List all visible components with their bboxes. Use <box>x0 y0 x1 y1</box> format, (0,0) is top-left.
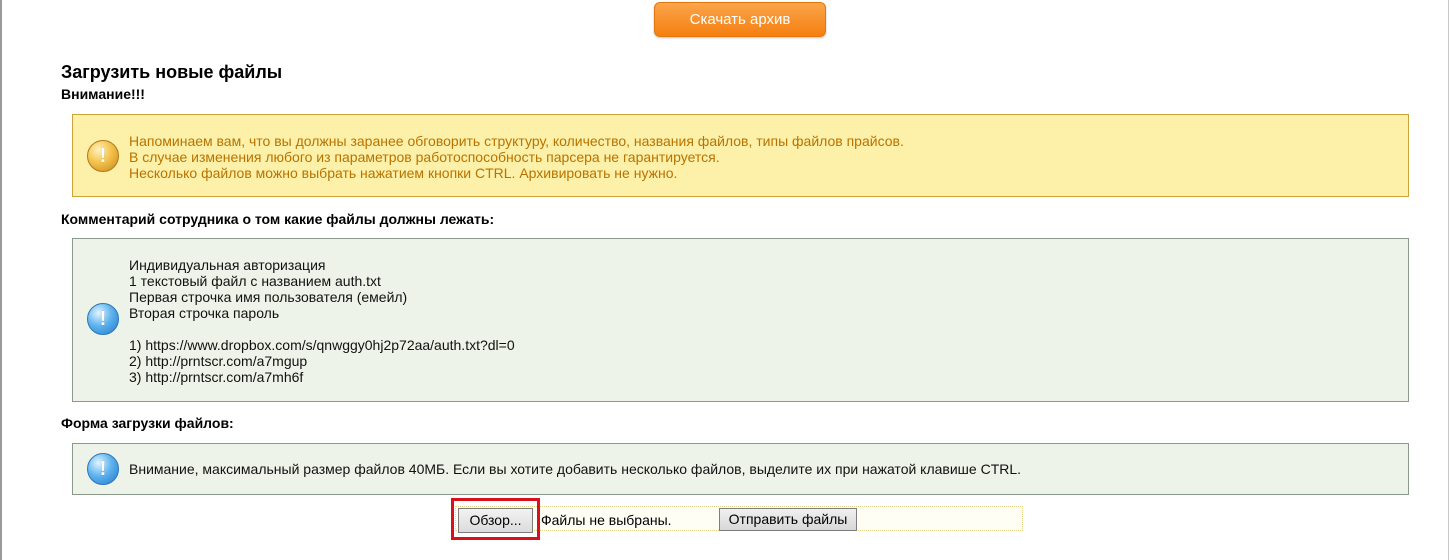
info-icon: ! <box>87 303 119 335</box>
comment-heading: Комментарий сотрудника о том какие файлы… <box>61 211 495 227</box>
upload-form-heading: Форма загрузки файлов: <box>61 415 234 431</box>
upload-note-text: Внимание, максимальный размер файлов 40М… <box>129 461 1022 477</box>
comment-line: 1 текстовый файл с названием auth.txt <box>129 273 381 289</box>
comment-line: Индивидуальная авторизация <box>129 257 326 273</box>
comment-line: Первая строчка имя пользователя (емейл) <box>129 289 408 305</box>
comment-text: Индивидуальная авторизация 1 текстовый ф… <box>129 257 515 385</box>
no-files-label: Файлы не выбраны. <box>541 512 672 528</box>
submit-files-button[interactable]: Отправить файлы <box>719 508 857 531</box>
warning-line: В случае изменения любого из параметров … <box>129 149 720 165</box>
comment-link-line: 1) https://www.dropbox.com/s/qnwggy0hj2p… <box>129 337 515 353</box>
comment-line <box>129 321 515 337</box>
warning-line: Несколько файлов можно выбрать нажатием … <box>129 165 678 181</box>
download-archive-button[interactable]: Скачать архив <box>654 2 826 37</box>
warning-line: Напоминаем вам, что вы должны заранее об… <box>129 133 904 149</box>
warning-text: Напоминаем вам, что вы должны заранее об… <box>129 133 904 181</box>
upload-note-box: ! Внимание, максимальный размер файлов 4… <box>72 443 1409 495</box>
page-title: Загрузить новые файлы <box>61 62 283 82</box>
comment-link-line: 3) http://prntscr.com/a7mh6f <box>129 369 304 385</box>
warning-icon: ! <box>87 140 119 172</box>
comment-box: ! Индивидуальная авторизация 1 текстовый… <box>72 238 1409 402</box>
comment-link-line: 2) http://prntscr.com/a7mgup <box>129 353 308 369</box>
browse-highlight-frame <box>451 498 540 540</box>
comment-line: Вторая строчка пароль <box>129 305 280 321</box>
warning-box: ! Напоминаем вам, что вы должны заранее … <box>72 114 1409 197</box>
left-border <box>0 0 2 560</box>
info-icon: ! <box>87 453 119 485</box>
attention-label: Внимание!!! <box>61 86 145 102</box>
